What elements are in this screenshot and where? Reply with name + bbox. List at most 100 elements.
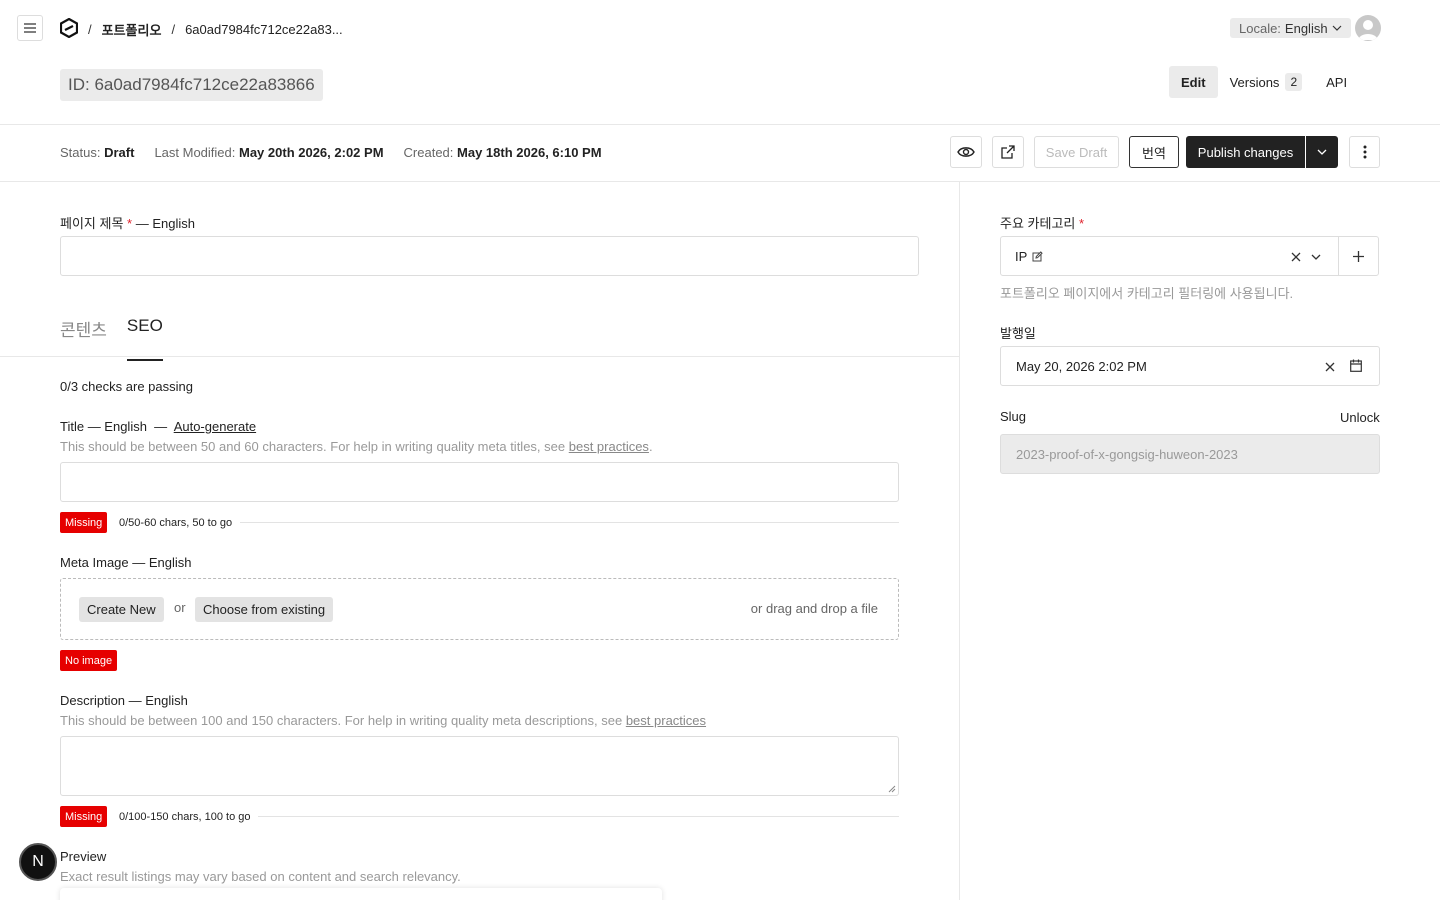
meta-description-textarea[interactable] xyxy=(60,736,899,796)
tab-edit[interactable]: Edit xyxy=(1169,66,1218,98)
best-practices-link[interactable]: best practices xyxy=(569,439,649,454)
hint-period: . xyxy=(648,439,653,454)
last-modified-value: May 20th 2026, 2:02 PM xyxy=(239,145,384,160)
chevron-down-icon xyxy=(1332,25,1341,31)
edit-icon[interactable] xyxy=(1032,251,1044,262)
user-icon xyxy=(1358,20,1378,40)
meta-image-label: Meta Image — English xyxy=(60,555,192,570)
breadcrumb-collection-link[interactable]: 포트폴리오 xyxy=(102,20,162,39)
status-bar: Status: Draft Last Modified: May 20th 20… xyxy=(0,124,1440,182)
preview-button[interactable] xyxy=(950,136,982,168)
created-value: May 18th 2026, 6:10 PM xyxy=(457,145,602,160)
auto-generate-link[interactable]: Auto-generate xyxy=(174,419,256,434)
last-modified-key: Last Modified: xyxy=(154,145,236,160)
chevron-down-icon[interactable] xyxy=(1311,254,1321,260)
meta-description-progress-track xyxy=(258,816,899,817)
tab-api[interactable]: API xyxy=(1314,66,1359,98)
clear-icon[interactable] xyxy=(1291,252,1301,262)
breadcrumb-separator: / xyxy=(88,22,92,37)
external-link-icon xyxy=(1001,145,1015,159)
publish-changes-button[interactable]: Publish changes xyxy=(1186,136,1305,168)
meta-title-input[interactable] xyxy=(60,462,899,502)
page-title-label: 페이지 제목 * — English xyxy=(60,213,195,232)
status-value: Draft xyxy=(104,145,135,160)
meta-description-hint: This should be between 100 and 150 chara… xyxy=(60,713,706,728)
meta-description-char-count: 0/100-150 chars, 100 to go xyxy=(119,811,251,823)
tab-content[interactable]: 콘텐츠 xyxy=(60,316,107,361)
meta-title-label-text: Title — English xyxy=(60,419,147,434)
open-external-button[interactable] xyxy=(992,136,1024,168)
kebab-menu-icon xyxy=(1363,145,1366,159)
content-tabs: 콘텐츠 SEO xyxy=(60,316,163,361)
save-draft-button[interactable]: Save Draft xyxy=(1034,136,1119,168)
label-separator: — xyxy=(154,419,168,434)
locale-label: Locale: xyxy=(1239,20,1281,36)
tab-versions[interactable]: Versions 2 xyxy=(1218,66,1315,98)
resize-handle-icon[interactable] xyxy=(888,785,896,793)
dev-tools-badge[interactable]: N xyxy=(19,843,57,881)
calendar-icon[interactable] xyxy=(1350,359,1362,372)
breadcrumb: / 포트폴리오 / 6a0ad7984fc712ce22a83... xyxy=(88,20,343,39)
category-label: 주요 카테고리 * xyxy=(1000,213,1084,232)
meta-description-hint-text: This should be between 100 and 150 chara… xyxy=(60,713,626,728)
best-practices-link[interactable]: best practices xyxy=(626,713,706,728)
tab-seo[interactable]: SEO xyxy=(126,316,163,361)
publish-date-value: May 20, 2026 2:02 PM xyxy=(1016,359,1147,374)
locale-selector[interactable]: Locale: English xyxy=(1230,18,1351,38)
selected-category-value: IP xyxy=(1015,249,1028,264)
choose-existing-button[interactable]: Choose from existing xyxy=(195,597,334,622)
clear-icon[interactable] xyxy=(1325,362,1335,372)
document-meta: Status: Draft Last Modified: May 20th 20… xyxy=(60,145,602,160)
seo-checks-status: 0/3 checks are passing xyxy=(60,379,193,394)
eye-icon xyxy=(957,147,975,157)
meta-description-label: Description — English xyxy=(60,693,188,708)
search-preview-card xyxy=(60,888,662,900)
app-logo-icon[interactable] xyxy=(60,18,78,38)
top-bar: / 포트폴리오 / 6a0ad7984fc712ce22a83... Local… xyxy=(0,0,1440,56)
plus-icon[interactable] xyxy=(1353,251,1364,262)
page-title-input[interactable] xyxy=(60,236,919,276)
selected-category-chip[interactable]: IP xyxy=(1015,249,1044,264)
meta-title-status-badge: Missing xyxy=(60,512,108,533)
page-title-locale: — English xyxy=(135,216,195,231)
hamburger-icon xyxy=(24,23,36,33)
user-avatar[interactable] xyxy=(1355,15,1381,41)
publish-date-label: 발행일 xyxy=(1000,326,1036,341)
meta-title-label: Title — English — Auto-generate xyxy=(60,419,256,434)
tab-versions-label: Versions xyxy=(1229,74,1280,90)
or-text: or xyxy=(174,600,186,615)
last-modified-info: Last Modified: May 20th 2026, 2:02 PM xyxy=(154,145,383,160)
created-key: Created: xyxy=(403,145,454,160)
slug-label: Slug xyxy=(1000,409,1027,424)
more-options-button[interactable] xyxy=(1349,136,1380,168)
select-divider xyxy=(1338,237,1339,275)
sidebar-divider xyxy=(959,182,960,900)
create-new-button[interactable]: Create New xyxy=(79,597,164,622)
status-key: Status: xyxy=(60,145,101,160)
category-label-text: 주요 카테고리 xyxy=(1000,216,1076,231)
meta-image-status-badge: No image xyxy=(60,650,118,671)
versions-count-badge: 2 xyxy=(1285,73,1303,91)
publish-options-button[interactable] xyxy=(1306,136,1338,168)
meta-description-status-badge: Missing xyxy=(60,806,108,827)
meta-image-dropzone[interactable]: Create New or Choose from existing or dr… xyxy=(60,578,899,640)
slug-input[interactable]: 2023-proof-of-x-gongsig-huweon-2023 xyxy=(1000,434,1380,474)
locale-value: English xyxy=(1284,20,1328,36)
page-title-label-text: 페이지 제목 xyxy=(60,216,124,231)
publish-date-input[interactable]: May 20, 2026 2:02 PM xyxy=(1000,346,1380,386)
meta-title-progress-track xyxy=(240,522,899,523)
category-hint: 포트폴리오 페이지에서 카테고리 필터링에 사용됩니다. xyxy=(1000,286,1294,301)
breadcrumb-separator: / xyxy=(171,22,176,37)
chevron-down-icon xyxy=(1317,149,1327,155)
view-tabs: Edit Versions 2 API xyxy=(1169,66,1359,98)
translate-button[interactable]: 번역 xyxy=(1129,136,1179,168)
category-select[interactable]: IP xyxy=(1000,236,1379,276)
required-marker: * xyxy=(127,216,133,231)
unlock-slug-button[interactable]: Unlock xyxy=(1340,410,1380,425)
menu-toggle-button[interactable] xyxy=(17,15,43,41)
preview-label: Preview xyxy=(60,849,107,864)
required-marker: * xyxy=(1079,216,1085,231)
tabs-divider xyxy=(0,356,959,357)
meta-title-hint-text: This should be between 50 and 60 charact… xyxy=(60,439,569,454)
drag-drop-text: or drag and drop a file xyxy=(750,601,878,616)
